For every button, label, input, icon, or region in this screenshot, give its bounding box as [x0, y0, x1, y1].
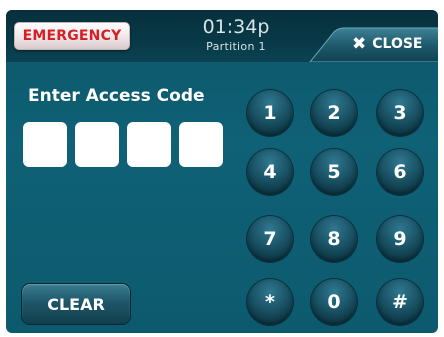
close-x-icon: ✖ [352, 34, 367, 54]
clear-button[interactable]: CLEAR [22, 284, 130, 324]
access-code-prompt: Enter Access Code [28, 86, 205, 106]
key-hash[interactable]: # [377, 279, 423, 325]
emergency-button-label: EMERGENCY [22, 28, 122, 44]
emergency-button[interactable]: EMERGENCY [14, 22, 130, 50]
key-6[interactable]: 6 [377, 149, 423, 195]
key-3[interactable]: 3 [377, 90, 423, 136]
key-4[interactable]: 4 [247, 149, 293, 195]
code-entry-boxes [23, 122, 223, 167]
key-star[interactable]: * [247, 279, 293, 325]
security-panel-screen: EMERGENCY 01:34p Partition 1 ✖ CLOSE Ent… [6, 10, 438, 333]
key-2[interactable]: 2 [311, 90, 357, 136]
key-9[interactable]: 9 [377, 216, 423, 262]
code-digit-box-3 [127, 122, 171, 167]
code-digit-box-2 [75, 122, 119, 167]
clock-time: 01:34p [202, 16, 270, 38]
key-1[interactable]: 1 [247, 90, 293, 136]
code-digit-box-1 [23, 122, 67, 167]
code-digit-box-4 [179, 122, 223, 167]
close-button-label: CLOSE [372, 36, 423, 52]
close-button-content: ✖ CLOSE [352, 34, 423, 54]
key-0[interactable]: 0 [311, 279, 357, 325]
partition-label: Partition 1 [206, 40, 266, 53]
key-5[interactable]: 5 [311, 149, 357, 195]
key-7[interactable]: 7 [247, 216, 293, 262]
header-bar: EMERGENCY 01:34p Partition 1 ✖ CLOSE [6, 10, 438, 62]
close-button[interactable]: ✖ CLOSE [306, 10, 438, 62]
key-8[interactable]: 8 [311, 216, 357, 262]
clear-button-label: CLEAR [47, 294, 105, 314]
